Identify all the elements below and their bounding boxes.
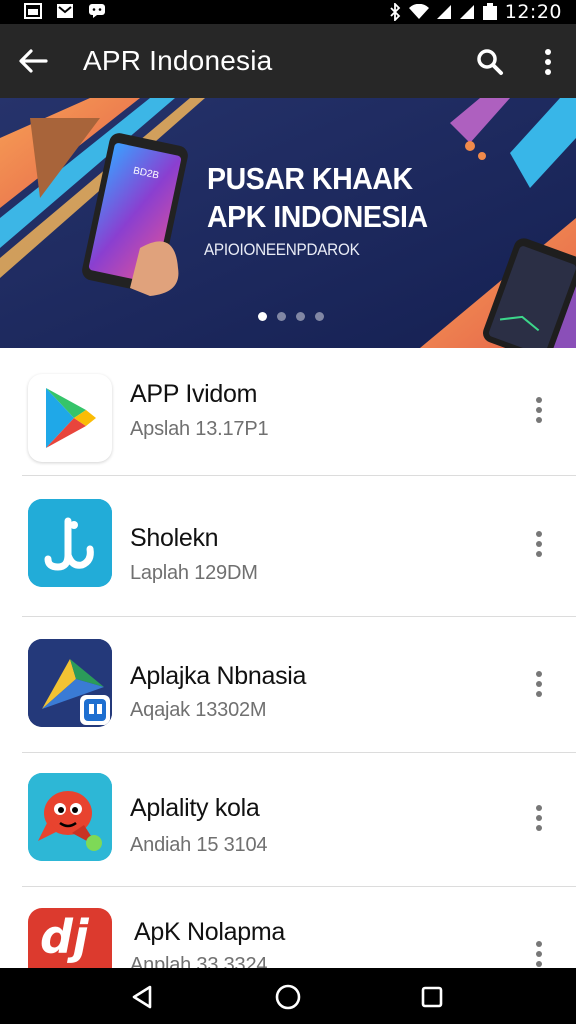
list-item[interactable]: Aplality kola Andiah 15 3104 xyxy=(0,754,576,888)
more-vert-icon xyxy=(536,805,542,831)
app-name: Sholekn xyxy=(130,524,219,552)
app-subtitle: Aqajak 13302M xyxy=(130,699,267,721)
back-button[interactable] xyxy=(14,42,52,80)
status-bar: 12:20 xyxy=(0,0,576,24)
search-button[interactable] xyxy=(470,42,510,82)
more-vert-icon xyxy=(536,531,542,557)
back-triangle-icon xyxy=(132,985,152,1009)
carousel-dot[interactable] xyxy=(315,312,324,321)
more-vert-icon xyxy=(545,49,551,75)
blue-app-icon xyxy=(28,499,112,587)
divider xyxy=(22,886,576,887)
promo-banner[interactable]: BD2B PUSAR KHAAK APK INDONESIA APIOIONEE… xyxy=(0,98,576,348)
red-character-app-icon xyxy=(28,773,112,861)
more-vert-icon xyxy=(536,671,542,697)
carousel-indicator[interactable] xyxy=(258,312,324,321)
carousel-dot[interactable] xyxy=(296,312,305,321)
list-item[interactable]: dj ApK Nolapma Anplah 33 3324 xyxy=(0,888,576,976)
nav-back-button[interactable] xyxy=(122,978,162,1016)
red-dj-app-icon: dj xyxy=(28,908,112,968)
divider xyxy=(22,475,576,476)
banner-title-line1: PUSAR KHAAK xyxy=(207,161,413,196)
nav-recents-button[interactable] xyxy=(412,978,452,1016)
overflow-menu-button[interactable] xyxy=(528,42,568,82)
more-vert-icon xyxy=(536,941,542,967)
nav-home-button[interactable] xyxy=(268,978,308,1016)
home-circle-icon xyxy=(275,984,301,1010)
app-name: APP Ividom xyxy=(130,380,258,408)
more-vert-icon xyxy=(536,397,542,423)
item-more-button[interactable] xyxy=(524,524,554,564)
dj-logo-text: dj xyxy=(40,910,89,964)
play-store-icon xyxy=(28,374,112,462)
item-more-button[interactable] xyxy=(524,664,554,704)
app-name: Aplajka Nbnasia xyxy=(130,662,307,690)
chat-notification-icon xyxy=(89,4,105,18)
image-notification-icon xyxy=(24,3,42,19)
system-nav-bar xyxy=(0,968,576,1024)
app-name: ApK Nolapma xyxy=(134,918,285,946)
search-icon xyxy=(477,49,503,75)
carousel-dot[interactable] xyxy=(258,312,267,321)
app-name: Aplality kola xyxy=(130,794,260,822)
status-time: 12:20 xyxy=(504,1,562,23)
recents-square-icon xyxy=(421,986,443,1008)
battery-icon xyxy=(482,3,497,20)
carousel-dot[interactable] xyxy=(277,312,286,321)
list-item[interactable]: APP Ividom Apslah 13.17P1 xyxy=(0,348,576,482)
app-subtitle: Laplah 129DM xyxy=(130,562,258,584)
item-more-button[interactable] xyxy=(524,798,554,838)
app-subtitle: Andiah 15 3104 xyxy=(130,834,268,856)
banner-title-line2: APK INDONESIA xyxy=(207,199,428,234)
system-icons: 12:20 xyxy=(388,0,562,24)
banner-title: PUSAR KHAAK APK INDONESIA xyxy=(207,160,428,236)
list-item[interactable]: Sholekn Laplah 129DM xyxy=(0,482,576,616)
page-title: APR Indonesia xyxy=(83,45,273,76)
list-item[interactable]: Aplajka Nbnasia Aqajak 13302M xyxy=(0,618,576,752)
app-subtitle: Apslah 13.17P1 xyxy=(130,418,269,440)
dark-blue-app-icon xyxy=(28,639,112,727)
wifi-icon xyxy=(408,4,429,19)
divider xyxy=(22,752,576,753)
app-bar: APR Indonesia xyxy=(0,24,576,98)
back-arrow-icon xyxy=(19,49,48,73)
divider xyxy=(22,616,576,617)
bluetooth-icon xyxy=(390,3,401,21)
item-more-button[interactable] xyxy=(524,390,554,430)
mail-notification-icon xyxy=(57,4,73,18)
banner-subtitle: APIOIONEENPDAROK xyxy=(204,240,360,259)
signal-icon xyxy=(459,5,474,19)
notification-icons xyxy=(24,3,106,19)
signal-icon xyxy=(436,5,451,19)
